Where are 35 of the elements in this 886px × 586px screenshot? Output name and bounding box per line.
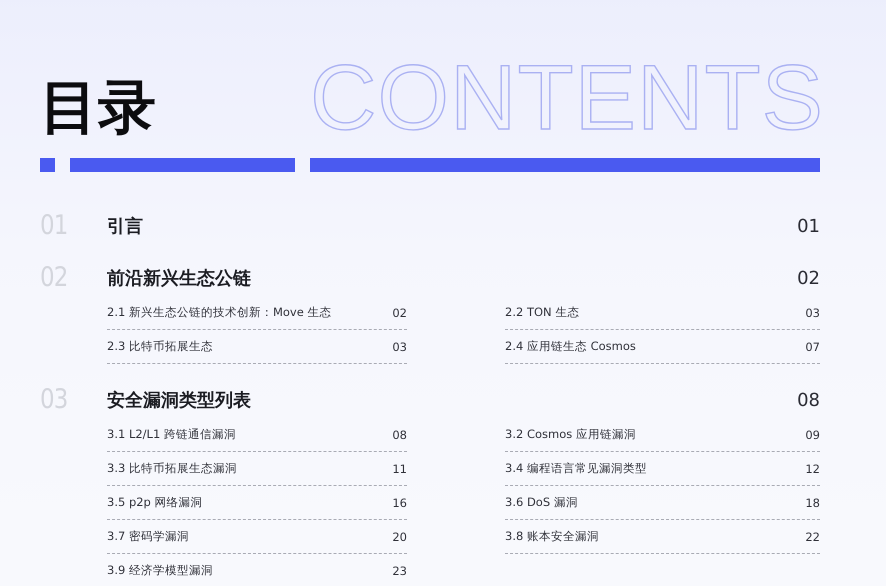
entry-page-number: 20 [392, 530, 407, 544]
entry-page-number: 22 [805, 530, 820, 544]
entry-page-number: 16 [392, 496, 407, 510]
entry-page-number: 08 [392, 428, 407, 442]
entry-page-number: 03 [392, 340, 407, 354]
page-title: 目录 [40, 78, 156, 136]
entry-title: 3.6 DoS 漏洞 [505, 495, 578, 510]
entry-title: 3.8 账本安全漏洞 [505, 529, 599, 544]
entry-page-number: 11 [392, 462, 407, 476]
entry-title: 3.7 密码学漏洞 [107, 529, 189, 544]
section-title: 引言 [107, 215, 143, 238]
section-page-number: 02 [797, 268, 820, 288]
section-page-number: 08 [797, 390, 820, 410]
entry-title: 2.4 应用链生态 Cosmos [505, 339, 636, 354]
entry-page-number: 03 [805, 306, 820, 320]
entry-title: 3.3 比特币拓展生态漏洞 [107, 461, 237, 476]
entry-page-number: 07 [805, 340, 820, 354]
entry-title: 2.2 TON 生态 [505, 305, 580, 320]
entry-title: 2.1 新兴生态公链的技术创新：Move 生态 [107, 305, 332, 320]
entry-title: 3.9 经济学模型漏洞 [107, 563, 213, 578]
entry-title: 2.3 比特币拓展生态 [107, 339, 213, 354]
entry-title: 3.2 Cosmos 应用链漏洞 [505, 427, 636, 442]
entry-page-number: 09 [805, 428, 820, 442]
entry-title: 3.1 L2/L1 跨链通信漏洞 [107, 427, 236, 442]
page-title-english: CONTENTS [310, 52, 824, 144]
accent-square [40, 158, 55, 172]
section-title: 安全漏洞类型列表 [107, 389, 251, 412]
entry-page-number: 18 [805, 496, 820, 510]
section-page-number: 01 [797, 216, 820, 236]
entry-page-number: 12 [805, 462, 820, 476]
entry-title: 3.4 编程语言常见漏洞类型 [505, 461, 647, 476]
entry-title: 3.5 p2p 网络漏洞 [107, 495, 203, 510]
section-title: 前沿新兴生态公链 [107, 267, 251, 290]
entry-page-number: 02 [392, 306, 407, 320]
entry-page-number: 23 [392, 564, 407, 578]
